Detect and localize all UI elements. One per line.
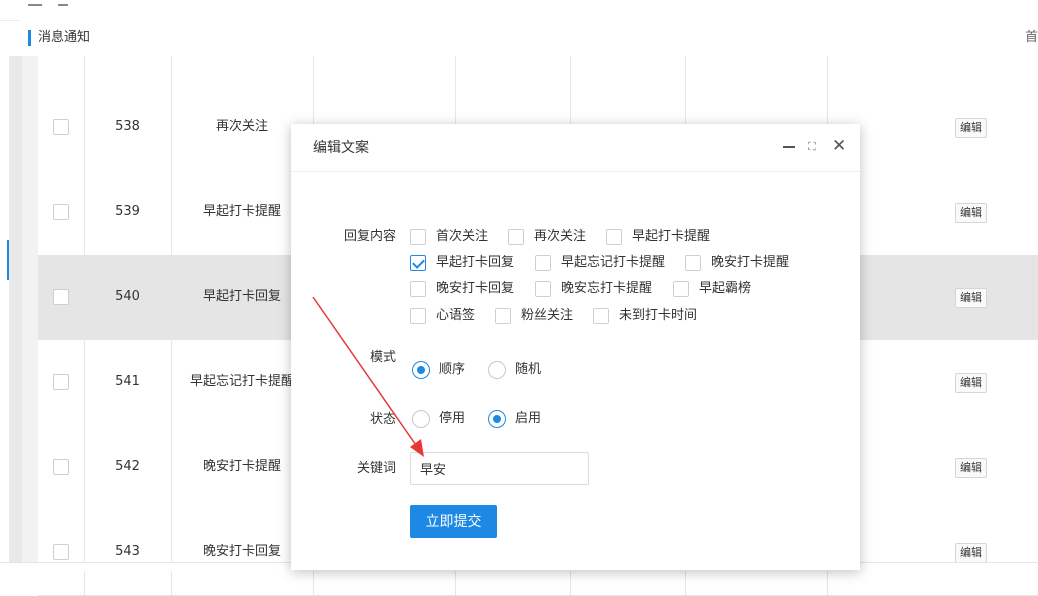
refresh-icon[interactable] xyxy=(58,0,68,6)
keyword-input[interactable] xyxy=(410,452,589,485)
keyword-label: 关键词 xyxy=(356,461,396,476)
reply-option-label: 未到打卡时间 xyxy=(619,308,698,323)
reply-option-label: 早起霸榜 xyxy=(699,281,752,296)
reply-option-label: 粉丝关注 xyxy=(521,308,574,323)
breadcrumb[interactable]: 消息通知 xyxy=(28,30,90,46)
reply-option-checkbox[interactable] xyxy=(508,229,524,245)
mode-radio[interactable] xyxy=(412,361,430,379)
reply-option-label: 首次关注 xyxy=(436,229,489,244)
status-radio[interactable] xyxy=(488,410,506,428)
reply-option-label: 晚安忘打卡提醒 xyxy=(561,281,653,296)
minimize-icon[interactable] xyxy=(783,146,795,148)
dialog-header-divider xyxy=(291,171,860,172)
row-checkbox[interactable] xyxy=(53,289,69,305)
dialog-title: 编辑文案 xyxy=(313,140,369,156)
top-bar xyxy=(0,0,1038,21)
table-header-row xyxy=(38,56,1038,86)
reply-option-label: 心语签 xyxy=(436,308,476,323)
reply-content-label: 回复内容 xyxy=(343,229,396,244)
reply-option-label: 早起忘记打卡提醒 xyxy=(561,255,666,270)
status-radio-label: 启用 xyxy=(515,411,542,426)
mode-radio-label: 顺序 xyxy=(439,362,466,377)
row-checkbox[interactable] xyxy=(53,544,69,560)
reply-option-checkbox[interactable] xyxy=(673,281,689,297)
edit-button[interactable]: 编辑 xyxy=(955,288,987,308)
row-id: 539 xyxy=(115,204,140,219)
status-label: 状态 xyxy=(369,412,396,427)
reply-option-label: 晚安打卡回复 xyxy=(436,281,515,296)
row-checkbox[interactable] xyxy=(53,204,69,220)
page-header: 消息通知 首 xyxy=(20,20,1038,57)
mode-label: 模式 xyxy=(369,350,396,365)
reply-option-label: 早起打卡提醒 xyxy=(632,229,711,244)
edit-button[interactable]: 编辑 xyxy=(955,373,987,393)
reply-option-checkbox[interactable] xyxy=(495,308,511,324)
row-id: 540 xyxy=(115,289,140,304)
reply-option-checkbox[interactable] xyxy=(410,308,426,324)
reply-option-label: 再次关注 xyxy=(534,229,587,244)
row-id: 541 xyxy=(115,374,140,389)
status-radio[interactable] xyxy=(412,410,430,428)
reply-option-checkbox[interactable] xyxy=(535,255,551,271)
left-gutter xyxy=(9,56,22,564)
row-checkbox[interactable] xyxy=(53,119,69,135)
row-id: 538 xyxy=(115,119,140,134)
edit-button[interactable]: 编辑 xyxy=(955,203,987,223)
submit-button[interactable]: 立即提交 xyxy=(410,505,497,538)
row-checkbox[interactable] xyxy=(53,459,69,475)
row-id: 543 xyxy=(115,544,140,559)
reply-option-checkbox[interactable] xyxy=(606,229,622,245)
edit-button[interactable]: 编辑 xyxy=(955,118,987,138)
edit-button[interactable]: 编辑 xyxy=(955,543,987,563)
mode-radio-label: 随机 xyxy=(515,362,542,377)
edit-copy-dialog: 编辑文案 ⛶ ✕ 回复内容 首次关注 再次关注 早起打卡提醒早起打卡回复 早起忘记打卡… xyxy=(291,124,860,570)
reply-option-checkbox[interactable] xyxy=(535,281,551,297)
menu-icon[interactable] xyxy=(28,0,42,6)
row-id: 542 xyxy=(115,459,140,474)
reply-option-checkbox[interactable] xyxy=(593,308,609,324)
home-link[interactable]: 首 xyxy=(1025,30,1038,46)
reply-option-checkbox[interactable] xyxy=(410,229,426,245)
row-checkbox[interactable] xyxy=(53,374,69,390)
reply-option-checkbox[interactable] xyxy=(410,281,426,297)
reply-option-label: 早起打卡回复 xyxy=(436,255,515,270)
edit-button[interactable]: 编辑 xyxy=(955,458,987,478)
mode-radio[interactable] xyxy=(488,361,506,379)
close-icon[interactable]: ✕ xyxy=(832,136,846,156)
maximize-icon[interactable]: ⛶ xyxy=(808,140,816,154)
reply-option-checkbox[interactable] xyxy=(685,255,701,271)
reply-option-label: 晚安打卡提醒 xyxy=(711,255,790,270)
status-radio-label: 停用 xyxy=(439,411,466,426)
reply-option-checkbox[interactable] xyxy=(410,255,426,271)
